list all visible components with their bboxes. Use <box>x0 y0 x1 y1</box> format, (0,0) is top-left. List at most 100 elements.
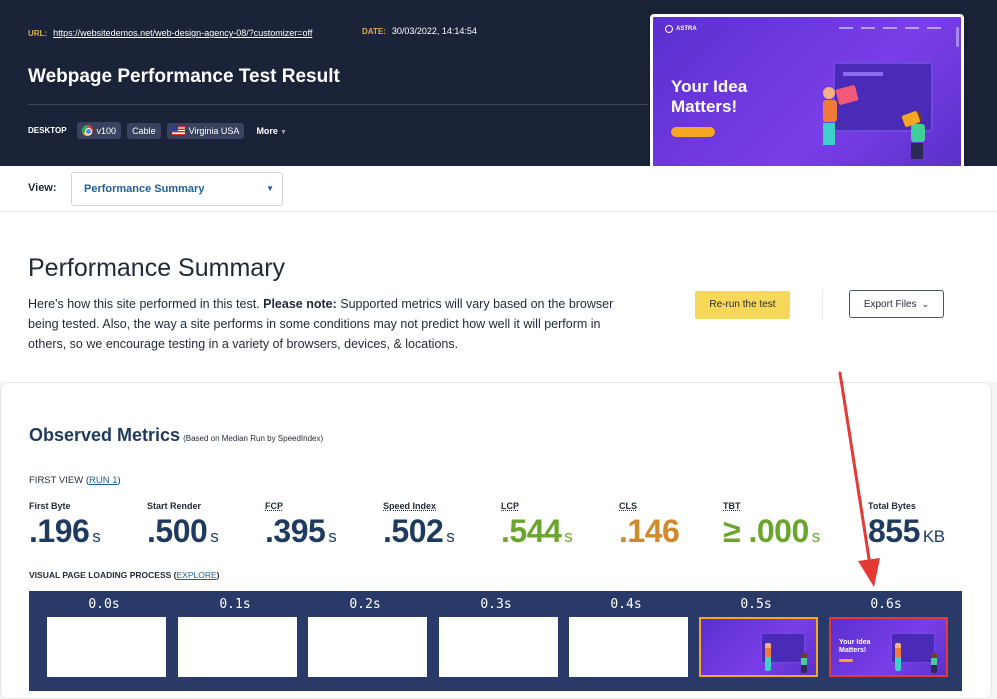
page-title: Webpage Performance Test Result <box>28 66 340 87</box>
metric-lcp[interactable]: LCP .544 s <box>501 501 573 550</box>
visual-loading-label: VISUAL PAGE LOADING PROCESS (EXPLORE) <box>29 570 220 580</box>
frame-time: 0.3s <box>480 597 512 612</box>
frame-screenshot-blank <box>569 617 688 677</box>
visual-loading-suffix: ) <box>216 570 220 580</box>
metrics-heading-text: Observed Metrics <box>29 425 181 445</box>
test-config-row: DESKTOP v100 Cable Virginia USA More ▼ <box>28 122 287 139</box>
preview-menu <box>839 27 941 29</box>
chrome-icon <box>81 125 93 136</box>
url-label: URL: <box>28 29 48 38</box>
metric-number: .500 <box>147 513 208 549</box>
preview-brand-text: ASTRA <box>676 26 697 32</box>
metric-label: FCP <box>265 501 283 511</box>
metrics-heading: Observed Metrics (Based on Median Run by … <box>29 425 323 446</box>
frame-screenshot-blank <box>439 617 558 677</box>
location-name: Virginia USA <box>188 125 240 136</box>
frame-screenshot-blank <box>308 617 427 677</box>
metric-fcp[interactable]: FCP .395 s <box>265 501 337 550</box>
connection-chip: Cable <box>127 122 161 139</box>
button-divider <box>822 290 823 320</box>
metric-label: LCP <box>501 501 519 511</box>
first-view-prefix: FIRST VIEW ( <box>29 475 89 486</box>
test-url-line: URL: https://websitedemos.net/web-design-… <box>28 26 348 41</box>
frame-screenshot-blank <box>47 617 166 677</box>
caret-down-icon: ▼ <box>266 184 274 193</box>
metric-unit: s <box>328 527 337 546</box>
filmstrip-frame[interactable]: 0.1s <box>172 591 298 677</box>
mini-illustration-person <box>765 643 771 671</box>
metric-label: Start Render <box>147 501 202 511</box>
metric-number: .502 <box>383 513 444 549</box>
export-files-label: Export Files <box>863 298 917 310</box>
frame-screenshot-partial <box>699 617 818 677</box>
test-date-line: DATE: 30/03/2022, 14:14:54 <box>362 26 477 36</box>
chevron-down-icon: ⌄ <box>921 298 930 309</box>
more-dropdown[interactable]: More ▼ <box>256 126 286 136</box>
mini-illustration-person <box>931 653 937 673</box>
filmstrip: 0.0s 0.1s 0.2s 0.3s 0.4s 0.5s 0.6s Your … <box>29 591 962 691</box>
mini-illustration-person <box>801 653 807 673</box>
frame-screenshot-blank <box>178 617 297 677</box>
metric-value: 855 KB <box>868 513 945 550</box>
preview-cta-button <box>671 127 715 137</box>
browser-chip: v100 <box>76 122 122 139</box>
test-url-link[interactable]: https://websitedemos.net/web-design-agen… <box>53 28 312 38</box>
filmstrip-frame[interactable]: 0.6s Your Idea Matters! <box>823 591 949 677</box>
metric-value: .500 s <box>147 513 219 550</box>
metric-label: CLS <box>619 501 637 511</box>
metric-number: .395 <box>265 513 326 549</box>
metric-total-bytes: Total Bytes 855 KB <box>868 501 945 550</box>
metric-value: .196 s <box>29 513 101 550</box>
device-type: DESKTOP <box>28 126 67 135</box>
more-label: More <box>256 125 278 136</box>
view-select[interactable]: Performance Summary ▼ <box>71 172 283 206</box>
view-bar: View: Performance Summary ▼ <box>0 166 997 212</box>
filmstrip-frame[interactable]: 0.5s <box>693 591 819 677</box>
preview-headline: Your Idea Matters! <box>671 77 748 116</box>
metric-unit: s <box>564 527 573 546</box>
metric-value: .502 s <box>383 513 455 550</box>
first-view-suffix: ) <box>117 475 121 486</box>
metric-value: ≥ .000 s <box>723 513 820 550</box>
metric-unit: s <box>92 527 101 546</box>
header-divider <box>28 104 648 105</box>
frame-screenshot-complete: Your Idea Matters! <box>829 617 948 677</box>
rerun-test-button[interactable]: Re-run the test <box>695 291 790 319</box>
metric-unit: s <box>446 527 455 546</box>
visual-loading-prefix: VISUAL PAGE LOADING PROCESS ( <box>29 570 177 580</box>
view-label: View: <box>28 182 57 194</box>
metric-number: .146 <box>619 513 680 549</box>
metric-label: TBT <box>723 501 741 511</box>
summary-heading: Performance Summary <box>28 254 286 282</box>
mini-headline: Your Idea Matters! <box>839 639 871 654</box>
run-1-link[interactable]: RUN 1 <box>89 475 118 486</box>
chevron-down-icon: ▼ <box>279 128 287 136</box>
first-view-label: FIRST VIEW (RUN 1) <box>29 475 121 486</box>
metric-label: Total Bytes <box>868 501 916 511</box>
explore-link[interactable]: EXPLORE <box>177 570 217 580</box>
preview-brand: ASTRA <box>665 25 697 33</box>
frame-time: 0.5s <box>740 597 772 612</box>
metric-first-byte: First Byte .196 s <box>29 501 101 550</box>
filmstrip-frame[interactable]: 0.0s <box>41 591 167 677</box>
metrics-subheading: (Based on Median Run by SpeedIndex) <box>183 434 324 443</box>
metric-number: .544 <box>501 513 562 549</box>
filmstrip-frame[interactable]: 0.4s <box>563 591 689 677</box>
page-preview-thumbnail[interactable]: ASTRA Your Idea Matters! <box>650 14 964 178</box>
frame-time: 0.1s <box>219 597 251 612</box>
view-selected-value: Performance Summary <box>84 183 205 195</box>
summary-note-label: Please note: <box>263 297 337 311</box>
metric-unit: KB <box>922 527 945 546</box>
astra-logo-icon <box>665 25 673 33</box>
metric-cls[interactable]: CLS .146 <box>619 501 682 550</box>
preview-scrollbar <box>956 27 959 47</box>
export-files-button[interactable]: Export Files ⌄ <box>849 290 944 318</box>
metric-speed-index[interactable]: Speed Index .502 s <box>383 501 455 550</box>
date-label: DATE: <box>362 27 386 36</box>
mini-illustration-person <box>895 643 901 671</box>
filmstrip-frame[interactable]: 0.2s <box>302 591 428 677</box>
metric-tbt[interactable]: TBT ≥ .000 s <box>723 501 820 550</box>
preview-illustration-person <box>823 87 837 147</box>
filmstrip-frame[interactable]: 0.3s <box>433 591 559 677</box>
metric-number: .196 <box>29 513 90 549</box>
